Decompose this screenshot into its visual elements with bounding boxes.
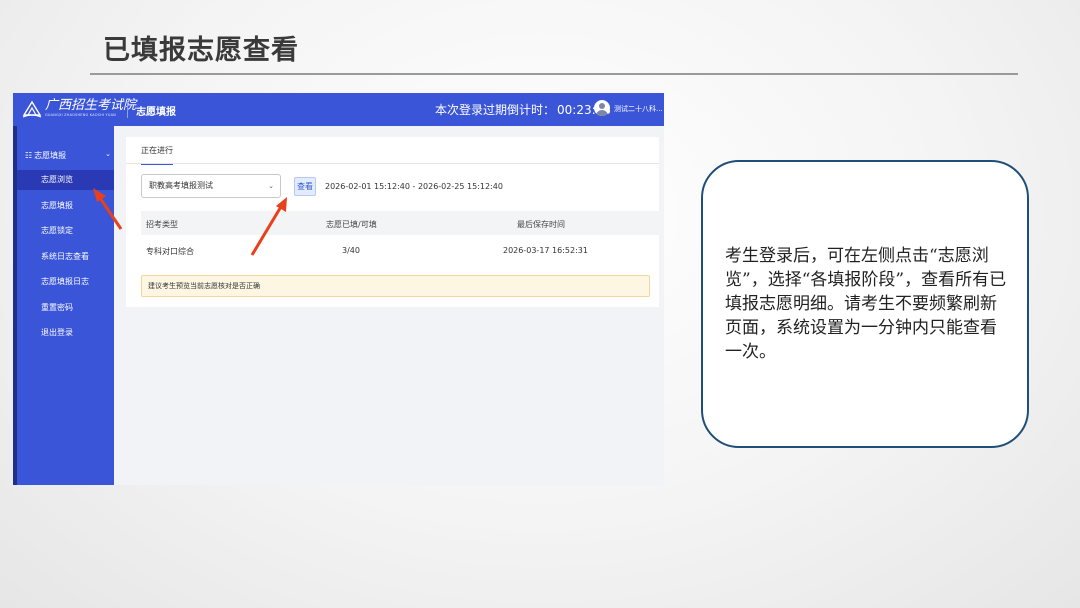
chevron-down-icon: ⌄ [105,150,111,158]
column-header: 招考类型 [146,220,178,229]
chevron-down-icon: ⌄ [268,182,274,190]
logo-name: 广西招生考试院 [45,98,137,113]
sidebar-item-system-log[interactable]: 系统日志查看 [17,247,114,267]
stage-select[interactable]: 职教高考填报测试 ⌄ [141,174,281,198]
sidebar-item-fill[interactable]: 志愿填报 [17,196,114,216]
app-screenshot: 广西招生考试院 GUANGXI ZHAOSHENG KAOSHI YUAN 志愿… [13,93,664,485]
sidebar-group-label: 志愿填报 [34,151,67,160]
avatar[interactable] [594,100,610,116]
topbar-divider [127,101,128,118]
nav-title[interactable]: 志愿填报 [136,103,176,118]
column-header: 最后保存时间 [517,220,565,229]
top-bar: 广西招生考试院 GUANGXI ZHAOSHENG KAOSHI YUAN 志愿… [13,93,664,126]
notice-bar: 建议考生预览当前志愿核对是否正确 [141,275,650,297]
main-panel: 正在进行 职教高考填报测试 ⌄ 查看 2026-02-01 15:12:40 -… [126,137,664,307]
sidebar-item-reset-password[interactable]: 重置密码 [17,298,114,318]
stage-select-value: 职教高考填报测试 [149,181,213,190]
sidebar-item-logout[interactable]: 退出登录 [17,323,114,343]
grid-icon: ☷ [25,151,33,160]
table-cell: 3/40 [342,246,360,255]
view-button[interactable]: 查看 [294,177,316,196]
title-divider [90,73,1018,75]
table-header: 招考类型 志愿已填/可填 最后保存时间 [141,211,664,235]
table-cell: 2026-03-17 16:52:31 [503,246,588,255]
instruction-callout: 考生登录后，可在左侧点击“志愿浏览”，选择“各填报阶段”，查看所有已填报志愿明细… [701,160,1029,448]
table-cell: 专科对口综合 [146,247,194,256]
username[interactable]: 测试二十八科... [614,104,663,114]
tab-in-progress[interactable]: 正在进行 [141,145,173,165]
logo: 广西招生考试院 GUANGXI ZHAOSHENG KAOSHI YUAN [22,99,136,119]
date-range: 2026-02-01 15:12:40 - 2026-02-25 15:12:4… [325,182,503,191]
sidebar-item-lock[interactable]: 志愿锁定 [17,221,114,241]
table-row[interactable]: 专科对口综合 3/40 2026-03-17 16:52:31 [141,241,664,261]
column-header: 志愿已填/可填 [326,220,377,229]
sidebar-item-fill-log[interactable]: 志愿填报日志 [17,272,114,292]
sidebar-item-browse[interactable]: 志愿浏览 [17,170,114,190]
instruction-text: 考生登录后，可在左侧点击“志愿浏览”，选择“各填报阶段”，查看所有已填报志愿明细… [725,246,1007,362]
tab-divider [126,163,659,164]
slide-title: 已填报志愿查看 [103,35,299,66]
emblem-icon [22,100,42,118]
logo-subtitle: GUANGXI ZHAOSHENG KAOSHI YUAN [45,113,116,117]
sidebar: ☷ 志愿填报 ⌄ 志愿浏览 志愿填报 志愿锁定 系统日志查看 志愿填报日志 重置密… [13,126,114,485]
countdown-label: 本次登录过期倒计时： [435,103,556,117]
session-countdown: 本次登录过期倒计时： 00:23:58 [435,101,611,118]
sidebar-group-header[interactable]: ☷ 志愿填报 ⌄ [25,150,115,161]
